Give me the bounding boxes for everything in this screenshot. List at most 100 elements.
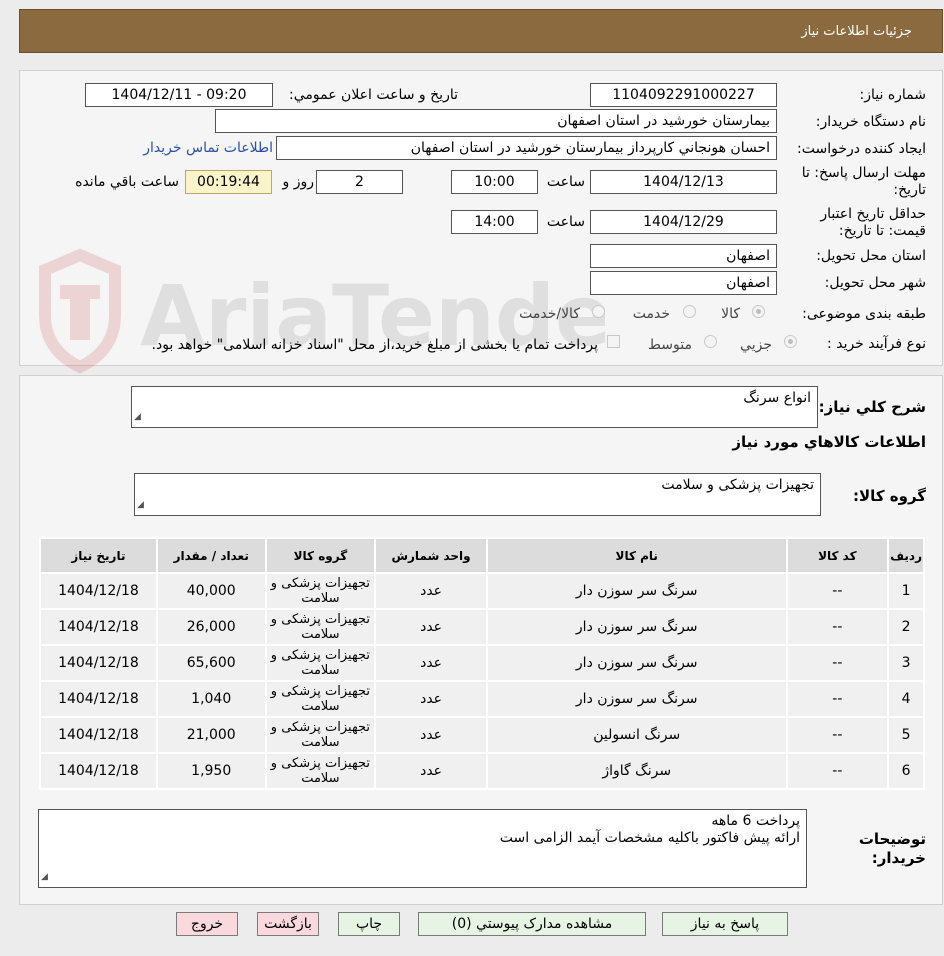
table-row: 1 -- سرنگ سر سوزن دار عدد تجهيزات پزشکی … <box>39 572 925 610</box>
announce-field: 1404/12/11 - 09:20 <box>85 83 273 107</box>
treasury-note: پرداخت تمام يا بخشی از مبلغ خريد،از محل … <box>151 337 598 353</box>
city-label: شهر محل تحويل: <box>824 275 926 291</box>
cell-unit: عدد <box>374 572 488 610</box>
cell-group: تجهيزات پزشکی و سلامت <box>264 716 377 754</box>
remaining-timer: 00:19:44 <box>185 170 272 194</box>
cell-quantity: 65,600 <box>155 644 267 682</box>
category-option-service: خدمت <box>632 306 670 322</box>
buyer-contact-link[interactable]: اطلاعات تماس خريدار <box>143 140 273 156</box>
cell-row-number: 4 <box>887 680 925 718</box>
validity-date-field: 1404/12/29 <box>590 210 777 234</box>
buyer-notes-line-2: ارائه پيش فاکتور باکليه مشخصات آيمد الزا… <box>499 830 800 846</box>
cell-name: سرنگ سر سوزن دار <box>485 572 788 610</box>
remaining-word: ساعت باقي مانده <box>75 174 179 190</box>
cell-quantity: 1,950 <box>155 752 267 790</box>
cell-unit: عدد <box>374 644 488 682</box>
cell-quantity: 21,000 <box>155 716 267 754</box>
cell-name: سرنگ سر سوزن دار <box>485 644 788 682</box>
province-label: استان محل تحويل: <box>816 248 926 264</box>
category-radio-both[interactable] <box>592 305 605 318</box>
cell-unit: عدد <box>374 608 488 646</box>
col-header-unit: واحد شمارش <box>374 537 488 574</box>
cell-code: -- <box>785 716 890 754</box>
summary-text: انواع سرنگ <box>743 390 811 406</box>
cell-date: 1404/12/18 <box>39 608 158 646</box>
cell-date: 1404/12/18 <box>39 644 158 682</box>
cell-row-number: 2 <box>887 608 925 646</box>
requester-label: ايجاد کننده درخواست: <box>797 141 926 157</box>
view-attachments-button[interactable]: مشاهده مدارک پيوستي (0) <box>418 912 646 936</box>
purchase-option-minor: جزيي <box>740 337 772 353</box>
cell-unit: عدد <box>374 752 488 790</box>
deadline-date-field: 1404/12/13 <box>590 170 777 194</box>
cell-name: سرنگ انسولين <box>485 716 788 754</box>
purchase-radio-medium[interactable] <box>704 335 717 348</box>
cell-group: تجهيزات پزشکی و سلامت <box>264 752 377 790</box>
buyer-org-label: نام دستگاه خريدار: <box>815 114 926 130</box>
deadline-time-field: 10:00 <box>451 170 538 194</box>
buyer-notes-textarea[interactable]: پرداخت 6 ماهه ارائه پيش فاکتور باکليه مش… <box>38 809 807 888</box>
category-radio-service[interactable] <box>683 305 696 318</box>
validity-time-word: ساعت <box>546 214 585 230</box>
col-header-date: تاريخ نياز <box>39 537 158 574</box>
cell-row-number: 1 <box>887 572 925 610</box>
page-title: جزئيات اطلاعات نياز <box>801 24 912 39</box>
resize-grip-icon[interactable]: ◢ <box>134 409 141 426</box>
table-header-row: رديف کد کالا نام کالا واحد شمارش گروه کا… <box>39 537 925 574</box>
col-header-row-number: رديف <box>887 537 925 574</box>
category-radio-goods[interactable] <box>752 305 765 318</box>
province-field: اصفهان <box>590 244 777 268</box>
col-header-code: کد کالا <box>785 537 890 574</box>
cell-code: -- <box>785 752 890 790</box>
group-text: تجهيزات پزشکی و سلامت <box>661 477 814 493</box>
purchase-radio-minor[interactable] <box>784 335 797 348</box>
resize-grip-icon[interactable]: ◢ <box>41 869 48 886</box>
requester-field: احسان هونجاني کارپرداز بيمارستان خورشيد … <box>276 136 777 160</box>
cell-group: تجهيزات پزشکی و سلامت <box>264 572 377 610</box>
exit-button[interactable]: خروج <box>176 912 238 936</box>
group-textarea[interactable]: تجهيزات پزشکی و سلامت ◢ <box>134 473 821 516</box>
table-row: 3 -- سرنگ سر سوزن دار عدد تجهيزات پزشکی … <box>39 644 925 682</box>
category-label: طبقه بندی موضوعی: <box>802 306 926 322</box>
items-heading: اطلاعات کالاهاي مورد نياز <box>732 433 926 451</box>
cell-name: سرنگ گاواژ <box>485 752 788 790</box>
cell-name: سرنگ سر سوزن دار <box>485 680 788 718</box>
cell-row-number: 5 <box>887 716 925 754</box>
buyer-notes-label: توضيحات خريدار: <box>858 830 926 867</box>
days-word: روز و <box>282 174 315 190</box>
cell-unit: عدد <box>374 680 488 718</box>
treasury-checkbox[interactable] <box>607 335 620 348</box>
deadline-time-word: ساعت <box>546 174 585 190</box>
cell-quantity: 1,040 <box>155 680 267 718</box>
table-row: 4 -- سرنگ سر سوزن دار عدد تجهيزات پزشکی … <box>39 680 925 718</box>
cell-code: -- <box>785 644 890 682</box>
city-field: اصفهان <box>590 271 777 295</box>
table-row: 2 -- سرنگ سر سوزن دار عدد تجهيزات پزشکی … <box>39 608 925 646</box>
cell-code: -- <box>785 572 890 610</box>
cell-row-number: 3 <box>887 644 925 682</box>
col-header-group: گروه کالا <box>264 537 377 574</box>
cell-name: سرنگ سر سوزن دار <box>485 608 788 646</box>
purchase-option-medium: متوسط <box>648 337 692 353</box>
group-label: گروه کالا: <box>853 487 926 505</box>
cell-code: -- <box>785 680 890 718</box>
announce-label: تاريخ و ساعت اعلان عمومي: <box>289 87 458 103</box>
cell-code: -- <box>785 608 890 646</box>
page-header: جزئيات اطلاعات نياز <box>19 9 943 53</box>
col-header-name: نام کالا <box>485 537 788 574</box>
print-button[interactable]: چاپ <box>338 912 400 936</box>
cell-date: 1404/12/18 <box>39 572 158 610</box>
back-button[interactable]: بازگشت <box>257 912 319 936</box>
resize-grip-icon[interactable]: ◢ <box>137 497 144 514</box>
cell-date: 1404/12/18 <box>39 680 158 718</box>
validity-label: حداقل تاريخ اعتبار قيمت: تا تاريخ: <box>820 206 926 239</box>
purchase-type-label: نوع فرآيند خريد : <box>827 336 926 352</box>
deadline-label: مهلت ارسال پاسخ: تا تاريخ: <box>801 165 926 198</box>
summary-textarea[interactable]: انواع سرنگ ◢ <box>131 386 818 428</box>
validity-time-field: 14:00 <box>451 210 538 234</box>
cell-unit: عدد <box>374 716 488 754</box>
reply-button[interactable]: پاسخ به نياز <box>662 912 788 936</box>
cell-row-number: 6 <box>887 752 925 790</box>
cell-group: تجهيزات پزشکی و سلامت <box>264 680 377 718</box>
cell-group: تجهيزات پزشکی و سلامت <box>264 644 377 682</box>
